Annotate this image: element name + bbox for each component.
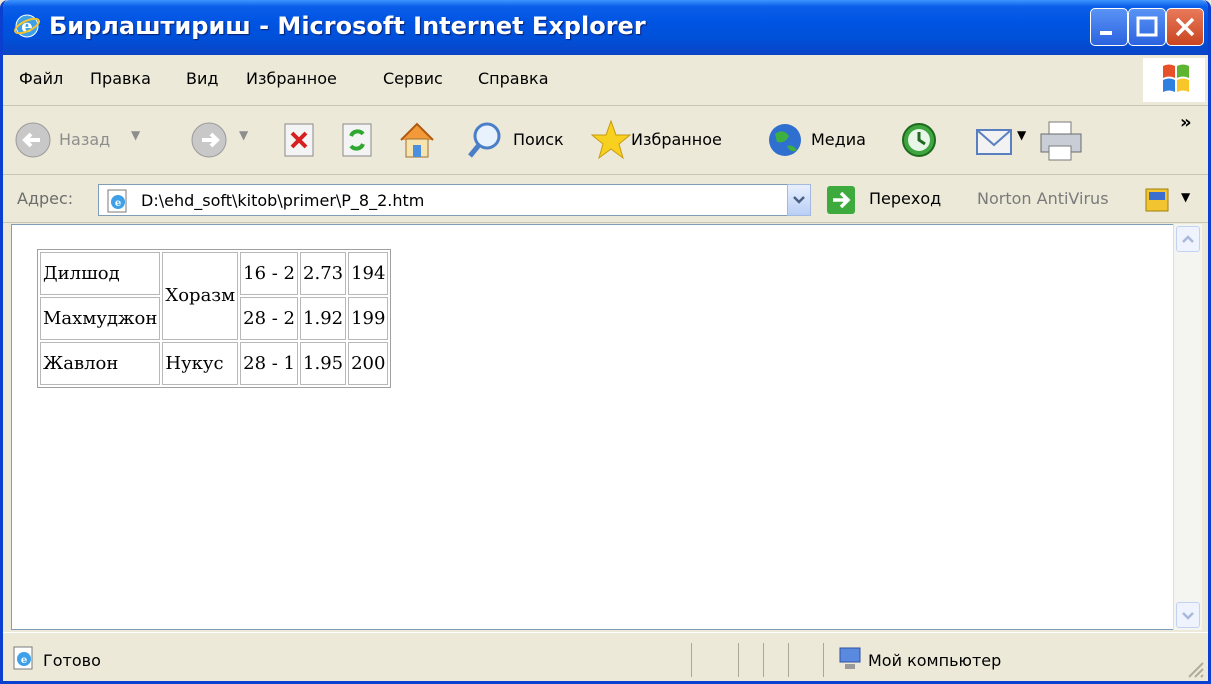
minimize-button[interactable] [1090, 8, 1128, 46]
close-button[interactable] [1166, 8, 1204, 46]
history-icon[interactable] [897, 116, 941, 164]
ie-icon: e [14, 14, 40, 38]
norton-dropdown-icon[interactable]: ▼ [1181, 190, 1190, 204]
refresh-icon[interactable] [337, 116, 377, 164]
maximize-icon [1136, 16, 1158, 37]
table-cell: 1.95 [300, 342, 347, 385]
address-label: Адрес: [17, 189, 74, 208]
chevron-down-icon [1182, 612, 1194, 620]
search-icon [468, 122, 501, 158]
forward-button[interactable]: ▼ [189, 116, 259, 164]
status-divider [788, 643, 789, 677]
menu-view[interactable]: Вид [186, 69, 218, 88]
status-divider [823, 643, 824, 677]
mail-button[interactable]: ▼ [973, 116, 1033, 164]
status-divider [738, 643, 739, 677]
table-cell: 16 - 2 [240, 252, 299, 295]
search-button[interactable]: Поиск [465, 116, 577, 164]
browser-window: e Бирлаштириш - Microsoft Internet Explo… [0, 0, 1211, 684]
go-button[interactable]: Переход [825, 184, 945, 216]
windows-logo-icon [1143, 58, 1205, 102]
back-dropdown-icon[interactable]: ▼ [131, 128, 140, 142]
back-label: Назад [59, 130, 111, 149]
security-zone-label: Мой компьютер [868, 651, 1002, 670]
home-icon[interactable] [395, 116, 439, 164]
table-cell: Махмуджон [40, 297, 161, 340]
table-cell: 200 [348, 342, 389, 385]
table-cell: 28 - 1 [240, 342, 299, 385]
table-cell: 2.73 [300, 252, 347, 295]
search-label: Поиск [513, 130, 564, 149]
data-table: Дилшод Хоразм 16 - 2 2.73 194 Махмуджон … [37, 249, 392, 388]
close-icon [1175, 17, 1195, 37]
norton-label[interactable]: Norton AntiVirus [977, 189, 1109, 208]
table-cell: 199 [348, 297, 389, 340]
standard-toolbar: Назад ▼ ▼ Поиск Избранное Медиа ▼ » [3, 106, 1208, 175]
favorites-label: Избранное [631, 130, 722, 149]
back-arrow-icon [15, 122, 51, 158]
status-divider [691, 643, 692, 677]
address-bar: Адрес: e D:\ehd_soft\kitob\primer\P_8_2.… [3, 176, 1208, 223]
stop-icon[interactable] [279, 116, 319, 164]
back-button[interactable]: Назад ▼ [13, 116, 153, 164]
go-arrow-icon [827, 186, 855, 214]
table-row: Дилшод Хоразм 16 - 2 2.73 194 [40, 252, 389, 340]
page-status-icon: e [13, 646, 33, 670]
menu-file[interactable]: Файл [19, 69, 63, 88]
table-cell: 28 - 2 [240, 297, 299, 340]
menu-favorites[interactable]: Избранное [246, 69, 337, 88]
table-cell: 194 [348, 252, 389, 295]
table-cell: Дилшод [40, 252, 161, 295]
svg-text:e: e [21, 655, 27, 666]
forward-dropdown-icon[interactable]: ▼ [239, 128, 248, 142]
status-bar: e Готово Мой компьютер [3, 632, 1208, 681]
menu-help[interactable]: Справка [478, 69, 549, 88]
status-divider [763, 643, 764, 677]
table-cell: Жавлон [40, 342, 161, 385]
media-button[interactable]: Медиа [765, 116, 881, 164]
print-icon[interactable] [1037, 116, 1087, 164]
computer-zone-icon [839, 647, 861, 669]
address-dropdown-button[interactable] [787, 184, 811, 216]
favorites-star-icon [590, 119, 632, 160]
scroll-up-button[interactable] [1176, 226, 1200, 252]
favorites-button[interactable]: Избранное [590, 116, 751, 164]
svg-text:e: e [115, 198, 121, 209]
table-row: Жавлон Нукус 28 - 1 1.95 200 [40, 342, 389, 385]
window-title: Бирлаштириш - Microsoft Internet Explore… [49, 12, 646, 40]
chevron-up-icon [1182, 235, 1194, 243]
media-globe-icon [769, 124, 801, 156]
go-label: Переход [869, 189, 942, 208]
address-input[interactable]: e D:\ehd_soft\kitob\primer\P_8_2.htm [98, 184, 811, 216]
menu-bar: Файл Правка Вид Избранное Сервис Справка [3, 55, 1208, 106]
menu-edit[interactable]: Правка [90, 69, 151, 88]
mail-icon [976, 129, 1012, 155]
norton-icon[interactable] [1143, 186, 1171, 214]
status-text: Готово [43, 651, 101, 670]
media-label: Медиа [811, 130, 866, 149]
resize-grip-icon[interactable] [1183, 657, 1205, 679]
table-cell: Хоразм [162, 252, 239, 340]
table-cell: 1.92 [300, 297, 347, 340]
scroll-down-button[interactable] [1176, 602, 1200, 628]
page-icon: e [107, 189, 127, 213]
menu-tools[interactable]: Сервис [383, 69, 443, 88]
chevron-down-icon [793, 196, 805, 204]
table-cell: Нукус [162, 342, 239, 385]
title-bar[interactable]: e Бирлаштириш - Microsoft Internet Explo… [3, 0, 1208, 55]
minimize-icon [1100, 31, 1112, 35]
address-value: D:\ehd_soft\kitob\primer\P_8_2.htm [141, 191, 425, 210]
toolbar-more-icon[interactable]: » [1180, 112, 1192, 133]
mail-dropdown-icon[interactable]: ▼ [1017, 128, 1026, 142]
forward-arrow-icon [191, 122, 227, 158]
vertical-scrollbar[interactable] [1173, 224, 1202, 630]
maximize-button[interactable] [1128, 8, 1166, 46]
